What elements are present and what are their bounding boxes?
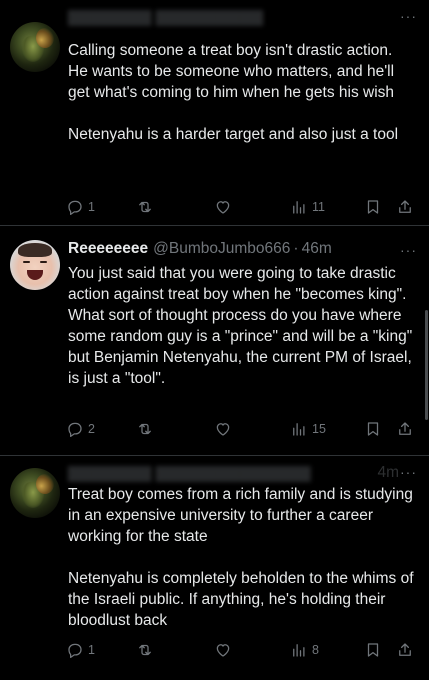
bookmark-button[interactable]	[364, 418, 382, 440]
reply-button[interactable]: 1	[66, 639, 95, 661]
bookmark-icon	[367, 422, 379, 436]
tweet-2[interactable]: Reeeeeeee @BumboJumbo666 · 46m ··· You j…	[0, 226, 429, 456]
action-bar: 1 11	[66, 196, 419, 218]
heart-icon	[216, 201, 230, 214]
reply-icon	[68, 422, 82, 437]
reply-count: 1	[88, 200, 95, 214]
avatar-eye	[23, 261, 30, 263]
like-button[interactable]	[214, 418, 232, 440]
views-chart-icon	[293, 644, 305, 657]
tweet-3[interactable]: ▇▇▇▇▇▇▇ ▇▇▇▇▇▇▇▇▇▇▇▇▇ 4m ··· Treat boy c…	[0, 456, 429, 680]
avatar[interactable]	[10, 22, 60, 72]
retweet-button[interactable]	[136, 418, 154, 440]
author-handle[interactable]: @BumboJumbo666	[153, 240, 290, 258]
more-options-icon[interactable]: ···	[400, 464, 417, 480]
views-count: 8	[312, 643, 319, 657]
more-options-icon[interactable]: ···	[400, 8, 417, 24]
separator-dot: ·	[293, 240, 299, 257]
reply-count: 1	[88, 643, 95, 657]
action-bar: 1 8	[66, 639, 419, 661]
retweet-button[interactable]	[136, 639, 154, 661]
timestamp[interactable]: 4m	[377, 464, 399, 482]
bookmark-icon	[367, 643, 379, 657]
bookmark-icon	[367, 200, 379, 214]
share-button[interactable]	[396, 639, 414, 661]
action-bar: 2 15	[66, 418, 419, 440]
views-button[interactable]: 8	[290, 639, 319, 661]
tweet-header: ▇▇▇▇▇▇▇ ▇▇▇▇▇▇▇▇▇	[68, 6, 421, 28]
share-icon	[399, 200, 411, 213]
reply-button[interactable]: 1	[66, 196, 95, 218]
share-button[interactable]	[396, 418, 414, 440]
author-name[interactable]: Reeeeeeee	[68, 240, 148, 258]
author-name-obscured: ▇▇▇▇▇▇▇ ▇▇▇▇▇▇▇▇▇	[68, 8, 264, 26]
more-options-icon[interactable]: ···	[400, 242, 417, 258]
bookmark-button[interactable]	[364, 196, 382, 218]
share-button[interactable]	[396, 196, 414, 218]
heart-icon	[216, 644, 230, 657]
tweet-header: Reeeeeeee @BumboJumbo666 · 46m	[68, 238, 421, 260]
bookmark-button[interactable]	[364, 639, 382, 661]
tweet-header: ▇▇▇▇▇▇▇ ▇▇▇▇▇▇▇▇▇▇▇▇▇ 4m	[68, 462, 421, 484]
retweet-icon	[139, 423, 151, 435]
tweet-text: Treat boy comes from a rich family and i…	[68, 486, 414, 629]
tweet-text: You just said that you were going to tak…	[68, 265, 413, 387]
share-icon	[399, 643, 411, 656]
avatar-eye	[40, 261, 47, 263]
heart-icon	[216, 423, 230, 436]
like-button[interactable]	[214, 639, 232, 661]
views-count: 15	[312, 422, 326, 436]
views-count: 11	[312, 200, 325, 214]
avatar-mouth	[27, 270, 43, 280]
retweet-icon	[139, 201, 151, 213]
author-name-obscured: ▇▇▇▇▇▇▇ ▇▇▇▇▇▇▇▇▇▇▇▇▇	[68, 464, 311, 482]
timestamp[interactable]: 46m	[302, 240, 332, 258]
avatar-hair	[18, 243, 52, 257]
share-icon	[399, 422, 411, 435]
reply-icon	[68, 643, 82, 658]
reply-count: 2	[88, 422, 95, 436]
views-chart-icon	[293, 201, 305, 214]
reply-icon	[68, 200, 82, 215]
retweet-icon	[139, 644, 151, 656]
reply-button[interactable]: 2	[66, 418, 95, 440]
views-button[interactable]: 11	[290, 196, 325, 218]
views-chart-icon	[293, 423, 305, 436]
avatar[interactable]	[10, 240, 60, 290]
avatar[interactable]	[10, 468, 60, 518]
views-button[interactable]: 15	[290, 418, 326, 440]
scrollbar[interactable]	[425, 310, 428, 420]
tweet-text: Calling someone a treat boy isn't drasti…	[68, 42, 399, 143]
retweet-button[interactable]	[136, 196, 154, 218]
like-button[interactable]	[214, 196, 232, 218]
tweet-1[interactable]: ▇▇▇▇▇▇▇ ▇▇▇▇▇▇▇▇▇ ··· Calling someone a …	[0, 0, 429, 226]
